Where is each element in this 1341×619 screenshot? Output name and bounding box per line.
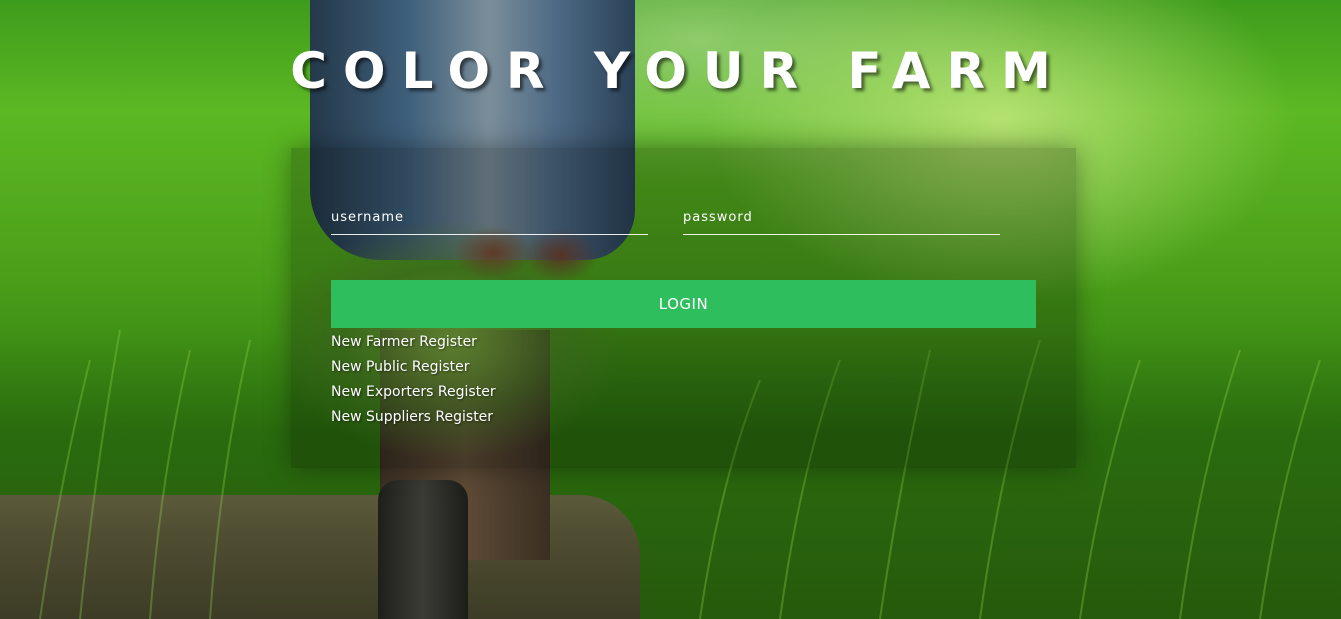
list-item: New Suppliers Register: [331, 406, 496, 431]
list-item: New Farmer Register: [331, 331, 496, 356]
username-input[interactable]: [331, 201, 648, 235]
login-button[interactable]: LOGIN: [331, 280, 1036, 328]
register-links: New Farmer Register New Public Register …: [331, 331, 496, 431]
new-public-register-link[interactable]: New Public Register: [331, 359, 470, 375]
new-farmer-register-link[interactable]: New Farmer Register: [331, 334, 477, 350]
list-item: New Exporters Register: [331, 381, 496, 406]
list-item: New Public Register: [331, 356, 496, 381]
new-suppliers-register-link[interactable]: New Suppliers Register: [331, 409, 493, 425]
password-input[interactable]: [683, 201, 1000, 235]
page-title: COLOR YOUR FARM: [290, 42, 1067, 100]
new-exporters-register-link[interactable]: New Exporters Register: [331, 384, 496, 400]
farmer-boot: [378, 480, 468, 619]
